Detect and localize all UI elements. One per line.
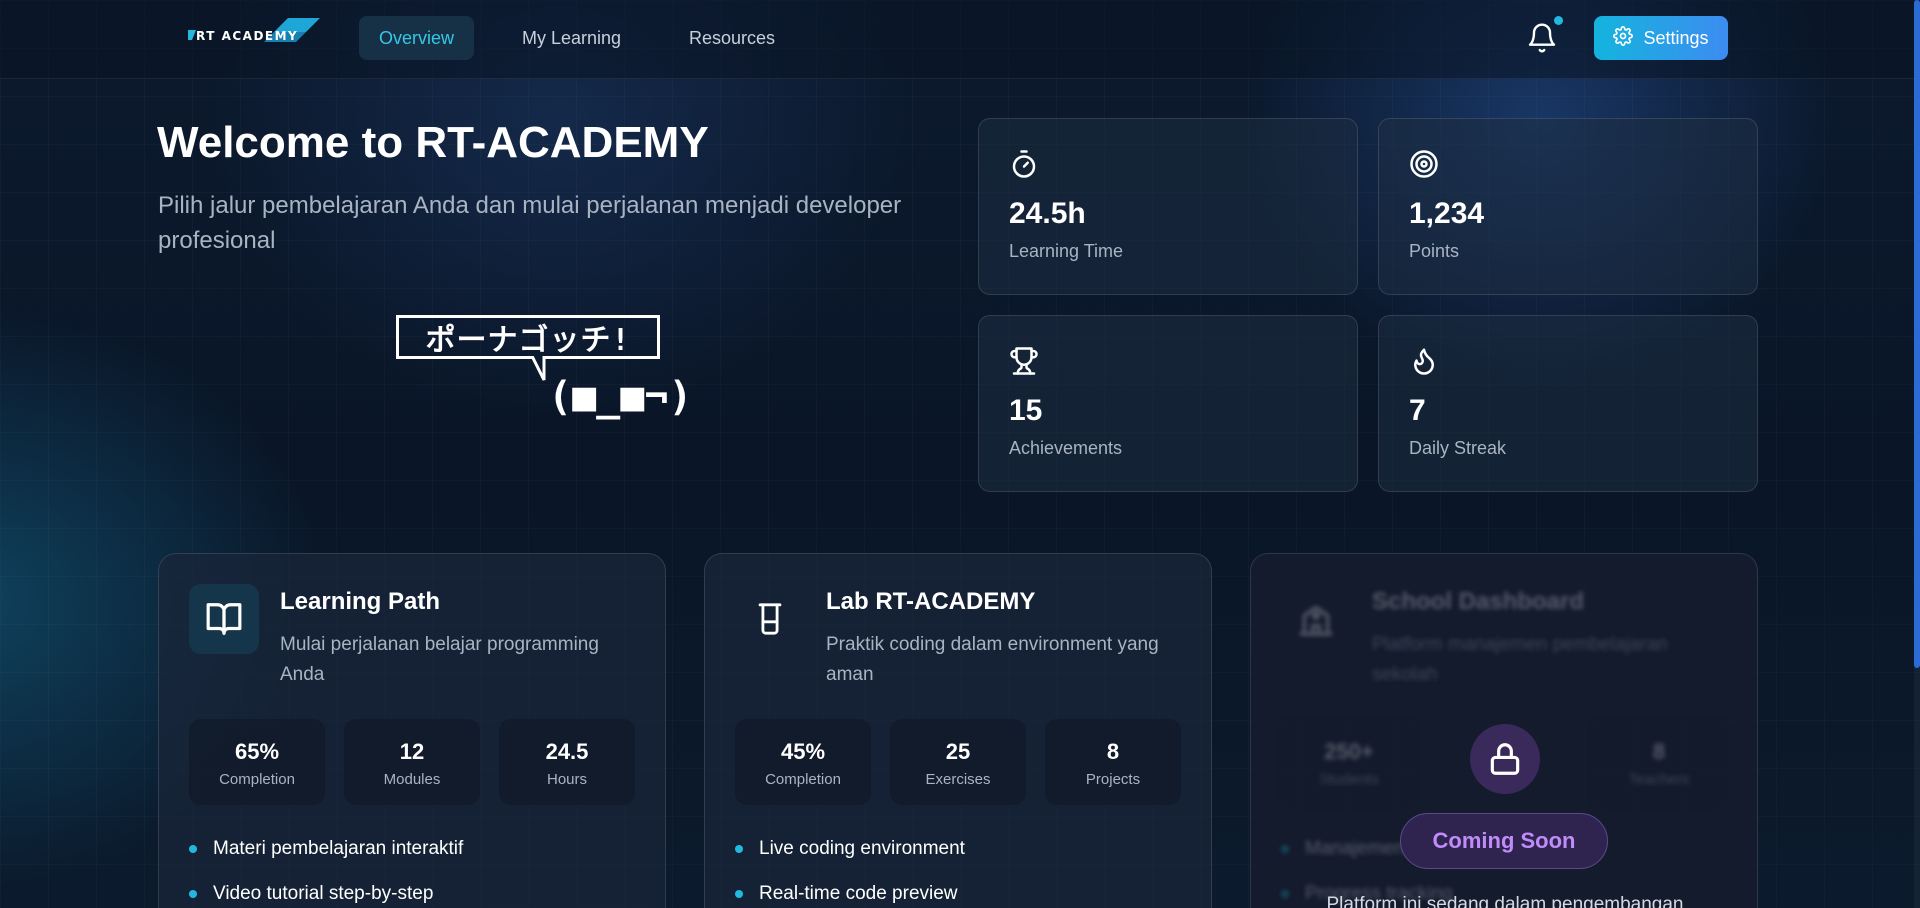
stopwatch-icon [1009,149,1039,179]
card-stat-label: Projects [1085,771,1141,788]
top-navbar: RT ACADEMY Overview My Learning Resource… [0,0,1920,79]
lock-icon [1470,724,1540,794]
card-stat-completion: 45% Completion [735,719,871,805]
card-stat-label: Hours [546,771,587,788]
card-stat-completion: 65% Completion [189,719,325,805]
feature-item: Materi pembelajaran interaktif [189,838,463,860]
card-stat-projects: 8 Projects [1045,719,1181,805]
stat-value: 15 [1009,394,1043,427]
target-icon [1409,149,1439,179]
stat-value: 7 [1409,394,1426,427]
tab-overview[interactable]: Overview [359,16,475,60]
card-stat-hours: 24.5 Hours [499,719,635,805]
svg-text:RT ACADEMY: RT ACADEMY [196,29,298,43]
card-stat-value: 65% [234,739,280,764]
card-stat-value: 24.5 [545,739,589,764]
flame-icon [1409,346,1439,376]
stat-card-learning-time: 24.5h Learning Time [978,118,1358,295]
stat-label: Achievements [1009,438,1123,458]
card-stat-label: Modules [383,771,441,788]
card-stat-value: 12 [399,739,425,764]
notification-bell-icon[interactable] [1526,22,1558,54]
card-title: Lab RT-ACADEMY [826,588,1036,615]
school-icon [1281,584,1351,654]
mascot-face: (■_■¬) [548,374,693,420]
locked-message: Platform ini sedang dalam pengembangan [1326,894,1684,908]
coming-soon-badge: Coming Soon [1400,813,1608,869]
settings-label: Settings [1643,27,1709,48]
gear-icon [1613,25,1634,51]
beaker-icon [735,584,805,654]
school-dashboard-card: School Dashboard Platform manajemen pemb… [1250,553,1758,908]
tab-my-learning[interactable]: My Learning [502,16,641,60]
card-stat-students: 250+ Students [1281,719,1417,805]
card-stat-label: Completion [219,771,295,788]
stat-card-daily-streak: 7 Daily Streak [1378,315,1758,492]
card-stat-value: 25 [945,739,971,764]
card-stat-value: 45% [780,739,826,764]
card-title: Learning Path [280,588,441,615]
card-stat-teachers: 8 Teachers [1591,719,1727,805]
stat-card-achievements: 15 Achievements [978,315,1358,492]
card-stat-label: Exercises [925,771,991,788]
tab-resources[interactable]: Resources [669,16,795,60]
settings-button[interactable]: Settings [1594,16,1728,60]
stat-label: Daily Streak [1409,438,1507,458]
stat-label: Learning Time [1009,241,1124,261]
card-description: Platform manajemen pembelajaran sekolah [1372,634,1668,685]
card-stat-exercises: 25 Exercises [890,719,1026,805]
rt-academy-logo[interactable]: RT ACADEMY [184,18,320,46]
notification-dot [1554,16,1563,25]
card-stat-label: Teachers [1628,771,1690,788]
card-stat-value: 8 [1106,739,1120,764]
card-stat-label: Completion [765,771,841,788]
card-stat-value: 250+ [1324,739,1374,764]
card-description: Praktik coding dalam environment yang am… [826,634,1159,685]
feature-item: Live coding environment [735,838,965,860]
feature-item: Video tutorial step-by-step [189,883,433,905]
page-subtitle: Pilih jalur pembelajaran Anda dan mulai … [158,192,902,254]
stat-value: 24.5h [1009,197,1086,230]
book-open-icon [189,584,259,654]
stat-value: 1,234 [1409,197,1485,230]
page-title: Welcome to RT-ACADEMY [157,118,709,167]
feature-item: Real-time code preview [735,883,958,905]
card-title: School Dashboard [1372,588,1585,615]
card-stat-label: Students [1319,771,1379,788]
card-stat-modules: 12 Modules [344,719,480,805]
learning-path-card[interactable]: Learning Path Mulai perjalanan belajar p… [158,553,666,908]
stat-card-points: 1,234 Points [1378,118,1758,295]
mascot-speech-bubble: ポーナゴッチ! [396,315,660,359]
scrollbar-thumb[interactable] [1914,0,1920,668]
trophy-icon [1009,346,1039,376]
lab-card[interactable]: Lab RT-ACADEMY Praktik coding dalam envi… [704,553,1212,908]
card-stat-value: 8 [1652,739,1666,764]
card-description: Mulai perjalanan belajar programming And… [280,634,599,685]
stat-label: Points [1409,241,1460,261]
